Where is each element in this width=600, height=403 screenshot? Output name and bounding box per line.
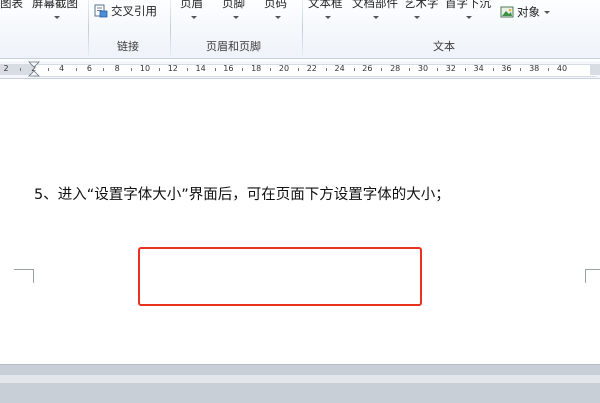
page-number-button[interactable]: 页码 (264, 0, 287, 11)
ruler-tick-mark (492, 68, 494, 71)
object-button[interactable]: 对象 (500, 3, 550, 21)
ruler-tick-label: 34 (473, 64, 484, 73)
ruler-tick-label: 8 (114, 64, 120, 73)
ruler-tick-label: 2 (3, 64, 9, 73)
ruler-margin-right (590, 64, 600, 75)
chevron-down-icon[interactable] (466, 16, 472, 19)
ruler-tick-mark (409, 68, 411, 71)
chevron-down-icon[interactable] (373, 16, 379, 19)
ruler-tick-label: 14 (195, 64, 206, 73)
ruler-tick-mark (270, 68, 272, 71)
ruler-tick-label: 22 (306, 64, 317, 73)
ruler-tick-mark (548, 68, 550, 71)
cross-reference-icon (94, 4, 108, 18)
ruler-indent-marker-icon[interactable] (28, 61, 40, 78)
ruler-tick-label: 12 (167, 64, 178, 73)
highlight-box (138, 247, 422, 306)
chevron-down-icon[interactable] (233, 16, 239, 19)
ruler-tick-label: 10 (139, 64, 151, 73)
header-button[interactable]: 页眉 (180, 0, 203, 11)
ruler-tick-mark (214, 68, 216, 71)
ruler-tick-mark (19, 68, 21, 71)
ruler-tick-mark (297, 68, 299, 71)
page-corner-mark (14, 269, 34, 283)
screenshot-button[interactable]: 屏幕截图 (32, 0, 78, 11)
ruler-tick-label: 36 (501, 64, 512, 73)
ruler-tick-mark (186, 68, 188, 71)
ruler-tick-mark (464, 68, 466, 71)
object-icon (500, 6, 514, 18)
ruler-tick-label: 18 (251, 64, 262, 73)
horizontal-ruler[interactable]: 2 2 4 6 8 10 12 14 16 18 20 22 24 26 28 30 32 34 36 38 40 (0, 61, 600, 79)
drop-cap-button[interactable]: 首字下沉 (445, 0, 491, 11)
page-corner-mark (585, 269, 600, 283)
ruler-tick-mark (325, 68, 327, 71)
cross-reference-label: 交叉引用 (111, 4, 157, 18)
group-label-header-footer: 页眉和页脚 (206, 40, 261, 53)
instruction-text: 5、进入“设置字体大小”界面后，可在页面下方设置字体的大小； (34, 187, 450, 203)
chevron-down-icon[interactable] (54, 16, 60, 19)
group-separator (88, 0, 89, 57)
footer-button[interactable]: 页脚 (222, 0, 245, 11)
object-label: 对象 (517, 5, 540, 19)
chevron-down-icon[interactable] (275, 16, 281, 19)
bottom-scroll-area[interactable] (0, 364, 600, 403)
text-box-button[interactable]: 文本框 (308, 0, 343, 11)
ruler-tick-mark (242, 68, 244, 71)
ruler-tick-label: 24 (334, 64, 345, 73)
quick-parts-button[interactable]: 文档部件 (352, 0, 398, 11)
ruler-tick-mark (353, 68, 355, 71)
group-label-links: 链接 (117, 40, 139, 53)
cross-reference-button[interactable]: 交叉引用 (94, 2, 157, 20)
ruler-tick-mark (103, 68, 105, 71)
group-separator (170, 0, 171, 57)
ruler-tick-mark (75, 68, 77, 71)
chevron-down-icon[interactable] (191, 16, 197, 19)
ruler-tick-label: 40 (556, 64, 568, 73)
chevron-down-icon[interactable] (325, 16, 331, 19)
ruler-tick-label: 26 (362, 64, 373, 73)
group-label-text: 文本 (433, 40, 455, 53)
ruler-tick-label: 32 (445, 64, 456, 73)
chevron-down-icon[interactable] (414, 16, 420, 19)
ruler-tick-label: 30 (417, 64, 429, 73)
chevron-down-icon[interactable] (544, 10, 550, 14)
horizontal-scrollbar-track[interactable] (0, 375, 600, 383)
wordart-button[interactable]: 艺术字 (404, 0, 439, 11)
ruler-tick-label: 38 (529, 64, 540, 73)
ruler-tick-mark (520, 68, 522, 71)
ruler-tick-mark (131, 68, 133, 71)
document-page[interactable]: 5、进入“设置字体大小”界面后，可在页面下方设置字体的大小； (0, 79, 600, 364)
ruler-tick-label: 28 (390, 64, 401, 73)
chart-button[interactable]: 图表 (0, 0, 23, 11)
ruler-tick-label: 6 (86, 64, 92, 73)
ruler-tick-mark (47, 68, 49, 71)
group-separator (302, 0, 303, 57)
ruler-tick-label: 20 (278, 64, 290, 73)
ruler-tick-mark (381, 68, 383, 71)
ruler-tick-mark (436, 68, 438, 71)
ribbon: 图表 屏幕截图 交叉引用 链接 页眉 页脚 页码 页眉和页脚 文本框 文档部件 … (0, 0, 600, 59)
ruler-tick-label: 4 (59, 64, 65, 73)
ruler-tick-mark (158, 68, 160, 71)
ruler-tick-label: 16 (223, 64, 234, 73)
